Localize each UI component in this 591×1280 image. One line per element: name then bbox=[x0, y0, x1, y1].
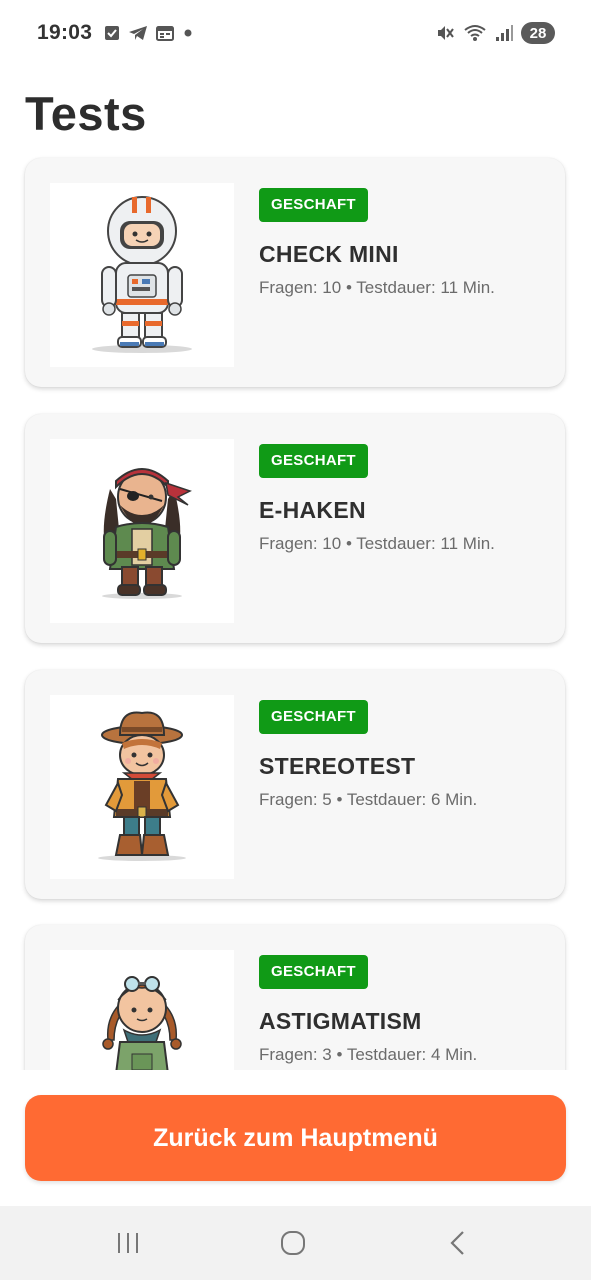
test-card-astigmatism[interactable]: GESCHAFT ASTIGMATISM Fragen: 3 • Testdau… bbox=[25, 925, 565, 1070]
test-card-e-haken[interactable]: GESCHAFT E-HAKEN Fragen: 10 • Testdauer:… bbox=[25, 414, 565, 643]
status-badge: GESCHAFT bbox=[259, 444, 368, 478]
status-badge: GESCHAFT bbox=[259, 188, 368, 222]
checkbox-icon bbox=[105, 26, 119, 40]
test-title: E-HAKEN bbox=[259, 497, 366, 523]
test-list[interactable]: GESCHAFT CHECK MINI Fragen: 10 • Testdau… bbox=[0, 150, 591, 1070]
test-meta: Fragen: 3 • Testdauer: 4 Min. bbox=[259, 1045, 478, 1064]
test-meta: Fragen: 10 • Testdauer: 11 Min. bbox=[259, 534, 495, 553]
calendar-icon bbox=[156, 26, 174, 41]
recents-icon bbox=[118, 1233, 138, 1253]
home-button[interactable] bbox=[273, 1224, 313, 1262]
battery-indicator: 28 bbox=[521, 22, 555, 44]
test-meta: Fragen: 10 • Testdauer: 11 Min. bbox=[259, 278, 495, 297]
wifi-icon bbox=[464, 25, 486, 41]
test-title: STEREOTEST bbox=[259, 753, 416, 779]
pirate-avatar bbox=[50, 439, 234, 623]
status-bar: 19:03 28 bbox=[0, 0, 591, 68]
system-icons: 28 bbox=[435, 22, 555, 44]
home-icon bbox=[281, 1231, 305, 1255]
status-badge: GESCHAFT bbox=[259, 955, 368, 989]
navigation-bar bbox=[0, 1206, 591, 1280]
test-title: ASTIGMATISM bbox=[259, 1008, 422, 1034]
telegram-icon bbox=[129, 26, 147, 40]
test-meta: Fragen: 5 • Testdauer: 6 Min. bbox=[259, 790, 478, 809]
cowboy-avatar bbox=[50, 695, 234, 879]
test-card-stereotest[interactable]: GESCHAFT STEREOTEST Fragen: 5 • Testdaue… bbox=[25, 670, 565, 899]
back-icon bbox=[450, 1231, 464, 1255]
test-title: CHECK MINI bbox=[259, 241, 399, 267]
mute-icon bbox=[438, 26, 454, 40]
test-card-check-mini[interactable]: GESCHAFT CHECK MINI Fragen: 10 • Testdau… bbox=[25, 158, 565, 387]
signal-icon bbox=[496, 25, 513, 41]
back-to-main-menu-button[interactable]: Zurück zum Hauptmenü bbox=[25, 1095, 566, 1181]
aviator-girl-avatar bbox=[50, 950, 234, 1070]
page-title: Tests bbox=[25, 87, 147, 140]
astronaut-avatar bbox=[50, 183, 234, 367]
status-time: 19:03 bbox=[37, 21, 93, 44]
status-badge: GESCHAFT bbox=[259, 700, 368, 734]
back-button[interactable] bbox=[438, 1224, 478, 1262]
dot-icon bbox=[184, 29, 192, 37]
recents-button[interactable] bbox=[108, 1224, 148, 1262]
notification-icons bbox=[104, 25, 194, 41]
